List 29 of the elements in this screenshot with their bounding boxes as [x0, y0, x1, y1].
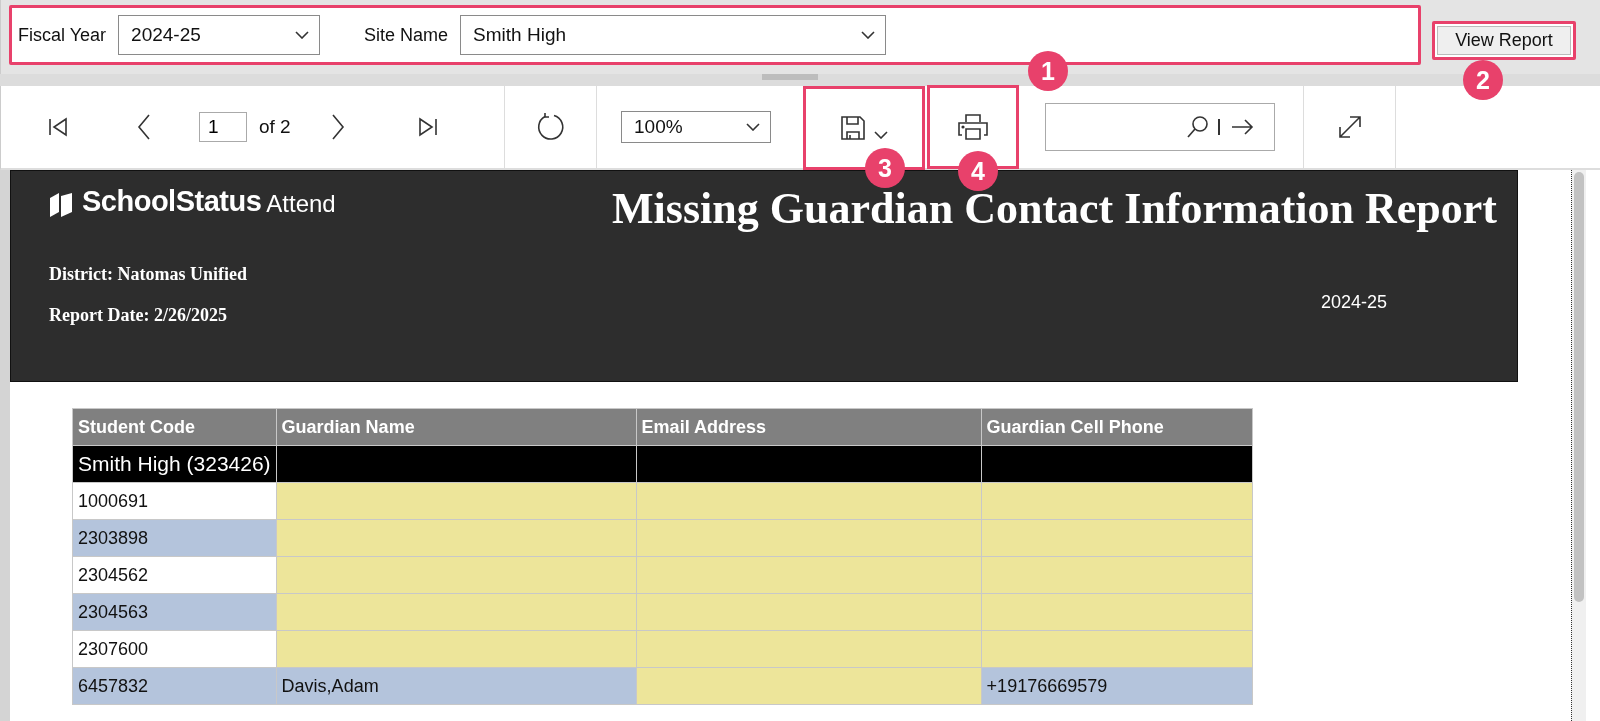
table-cell: 2304562	[72, 556, 277, 594]
district-text: District: Natomas Unified	[49, 264, 247, 285]
table-cell: 2303898	[72, 519, 277, 557]
callout-badge: 3	[865, 148, 905, 188]
table-cell: 2307600	[72, 630, 277, 668]
table-cell: 1000691	[72, 482, 277, 520]
page-count: of 2	[259, 116, 291, 138]
column-header: Email Address	[636, 408, 982, 446]
table-cell: 6457832	[72, 667, 277, 705]
fiscal-year-text: 2024-25	[1320, 292, 1387, 314]
callout-badge: 2	[1463, 60, 1503, 100]
product-name: Attend	[266, 190, 336, 218]
brand-name: SchoolStatus	[82, 185, 262, 218]
zoom-dropdown[interactable]: 100%	[621, 111, 771, 143]
table-cell: +19176669579	[981, 667, 1253, 705]
field-label: Fiscal Year	[18, 24, 107, 46]
column-header: Guardian Name	[276, 408, 637, 446]
table-cell: Davis,Adam	[276, 667, 637, 705]
page-number-field[interactable]: 1	[199, 112, 247, 142]
group-cell: Smith High (323426)	[72, 445, 277, 483]
callout-badge: 4	[958, 151, 998, 191]
column-header: Student Code	[72, 408, 277, 446]
dropdown[interactable]: 2024-25	[118, 15, 321, 55]
report-date-text: Report Date: 2/26/2025	[49, 305, 228, 326]
column-header: Guardian Cell Phone	[981, 408, 1253, 446]
field-label: Site Name	[364, 24, 449, 46]
table-cell: 2304563	[72, 593, 277, 631]
dropdown[interactable]: Smith High	[460, 15, 887, 55]
view-report-button[interactable]: View Report	[1437, 26, 1571, 55]
